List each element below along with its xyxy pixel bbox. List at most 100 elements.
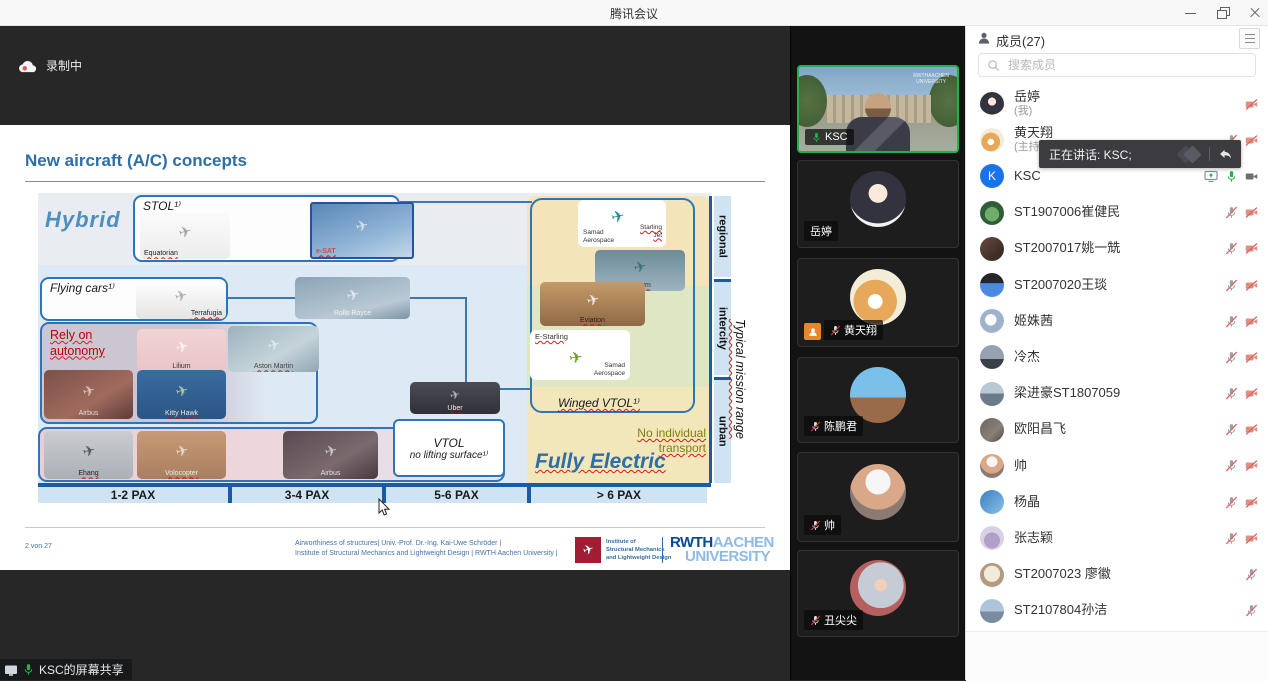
shared-slide: New aircraft (A/C) concepts Hybrid STOL¹…	[0, 125, 790, 570]
member-name: ST2107804孙洁	[1014, 603, 1245, 618]
kitty-hawk-aircraft-image: Kitty Hawk	[137, 370, 226, 419]
video-tile-ksc[interactable]: RWTHAACHEN UNIVERSITY KSC	[797, 65, 959, 153]
camera-off-icon[interactable]	[1245, 387, 1258, 400]
video-tile[interactable]: 岳婷	[797, 160, 959, 248]
member-name: KSC	[1014, 169, 1204, 184]
mic-off-icon[interactable]	[1225, 459, 1238, 472]
minimize-button[interactable]	[1184, 6, 1198, 20]
member-panel-footer	[966, 631, 1268, 681]
restore-button[interactable]	[1216, 6, 1230, 20]
camera-off-icon[interactable]	[1245, 423, 1258, 436]
toast-divider	[1209, 147, 1210, 161]
pax-band: 1-2 PAX	[38, 487, 228, 503]
avatar	[850, 367, 906, 423]
member-row[interactable]: 岳婷(我)	[966, 86, 1268, 122]
tile-name-badge: 陈鹏君	[804, 416, 863, 436]
mic-off-icon[interactable]	[1225, 387, 1238, 400]
video-tile[interactable]: 帅	[797, 452, 959, 542]
window-titlebar: 腾讯会议	[0, 0, 1268, 26]
collapse-arrow-icon[interactable]	[1218, 148, 1233, 161]
mic-off-icon[interactable]	[1225, 423, 1238, 436]
tile-name-badge: 帅	[804, 515, 841, 535]
mic-off-icon[interactable]	[1225, 242, 1238, 255]
member-row[interactable]: 杨晶	[966, 484, 1268, 520]
volocopter-aircraft-image: Volocopter	[137, 431, 226, 479]
member-row[interactable]: 冷杰	[966, 339, 1268, 375]
avatar	[980, 490, 1004, 514]
range-axis-line	[709, 196, 712, 483]
window-title: 腾讯会议	[0, 5, 1268, 22]
video-tile[interactable]: 黄天翔	[797, 258, 959, 347]
stol-label: STOL¹⁾	[143, 199, 181, 213]
screen-share-stage: 录制中 New aircraft (A/C) concepts Hybrid S…	[0, 25, 790, 680]
mic-off-icon	[810, 615, 821, 626]
tile-name-badge: 岳婷	[804, 221, 838, 241]
camera-off-icon[interactable]	[1245, 134, 1258, 147]
camera-off-icon[interactable]	[1245, 279, 1258, 292]
member-row[interactable]: 帅	[966, 448, 1268, 484]
screen-share-icon	[4, 663, 18, 677]
avatar	[980, 599, 1004, 623]
member-name: 杨晶	[1014, 495, 1225, 510]
mic-off-icon[interactable]	[1225, 496, 1238, 509]
search-input[interactable]	[1006, 57, 1247, 73]
member-name: 岳婷	[1014, 90, 1245, 105]
rwth-logo: RWTHAACHEN UNIVERSITY	[670, 536, 770, 565]
member-row[interactable]: ST2007023 廖徽	[966, 556, 1268, 592]
avatar	[980, 201, 1004, 225]
camera-off-icon[interactable]	[1245, 98, 1258, 111]
mic-off-icon[interactable]	[1245, 568, 1258, 581]
mic-off-icon[interactable]	[1225, 532, 1238, 545]
camera-off-icon[interactable]	[1245, 496, 1258, 509]
host-badge-icon	[804, 323, 821, 340]
mic-on-icon	[22, 663, 35, 676]
camera-off-icon[interactable]	[1245, 242, 1258, 255]
mic-off-icon[interactable]	[1245, 604, 1258, 617]
terrafugia-aircraft-image: Terrafugia	[136, 280, 226, 319]
member-row[interactable]: 欧阳昌飞	[966, 412, 1268, 448]
aston-martin-aircraft-image: Aston Martin	[228, 326, 319, 372]
avatar: K	[980, 164, 1004, 188]
avatar	[980, 418, 1004, 442]
avatar	[980, 128, 1004, 152]
video-tile[interactable]: 丑尖尖	[797, 550, 959, 637]
avatar	[850, 560, 906, 616]
camera-off-icon[interactable]	[1245, 459, 1258, 472]
video-thumbnail-column: RWTHAACHEN UNIVERSITY KSC 岳婷 黄天翔 陈鹏君 帅	[790, 25, 966, 680]
member-row[interactable]: 梁进豪ST1807059	[966, 376, 1268, 412]
member-name: 冷杰	[1014, 350, 1225, 365]
mic-off-icon	[810, 520, 821, 531]
mic-off-icon[interactable]	[1225, 315, 1238, 328]
connector-line	[410, 297, 467, 299]
mic-off-icon[interactable]	[1225, 206, 1238, 219]
camera-off-icon[interactable]	[1245, 206, 1258, 219]
member-row[interactable]: 姬姝茜	[966, 303, 1268, 339]
institute-logo-icon	[575, 537, 601, 563]
camera-off-icon[interactable]	[1245, 315, 1258, 328]
avatar	[980, 237, 1004, 261]
esat-aircraft-image: e-SAT	[310, 202, 414, 259]
member-row[interactable]: ST1907006崔健民	[966, 195, 1268, 231]
mic-off-icon[interactable]	[1225, 351, 1238, 364]
avatar	[850, 269, 906, 325]
camera-off-icon[interactable]	[1245, 351, 1258, 364]
member-name: 梁进豪ST1807059	[1014, 386, 1225, 401]
member-row[interactable]: ST2007020王琰	[966, 267, 1268, 303]
member-row[interactable]: ST2007017姚一兟	[966, 231, 1268, 267]
member-row[interactable]: ST2107804孙洁	[966, 593, 1268, 629]
tile-name-badge: 丑尖尖	[804, 610, 863, 630]
hybrid-label: Hybrid	[45, 207, 121, 233]
close-button[interactable]	[1248, 6, 1262, 20]
camera-icon[interactable]	[1245, 170, 1258, 183]
member-menu-button[interactable]	[1239, 28, 1260, 49]
video-tile[interactable]: 陈鹏君	[797, 357, 959, 443]
camera-off-icon[interactable]	[1245, 532, 1258, 545]
mic-off-icon[interactable]	[1225, 279, 1238, 292]
tile-name-badge: 黄天翔	[824, 320, 883, 340]
avatar	[980, 345, 1004, 369]
flying-cars-label: Flying cars¹⁾	[50, 281, 115, 295]
mic-on-icon[interactable]	[1225, 170, 1238, 183]
member-row[interactable]: 张志颖	[966, 520, 1268, 556]
starling-jet-image: Samad Aerospace Starling Jet	[578, 200, 666, 247]
member-panel: 成员(27) 岳婷(我) 黄天翔(主持人) K KSC	[965, 25, 1268, 680]
